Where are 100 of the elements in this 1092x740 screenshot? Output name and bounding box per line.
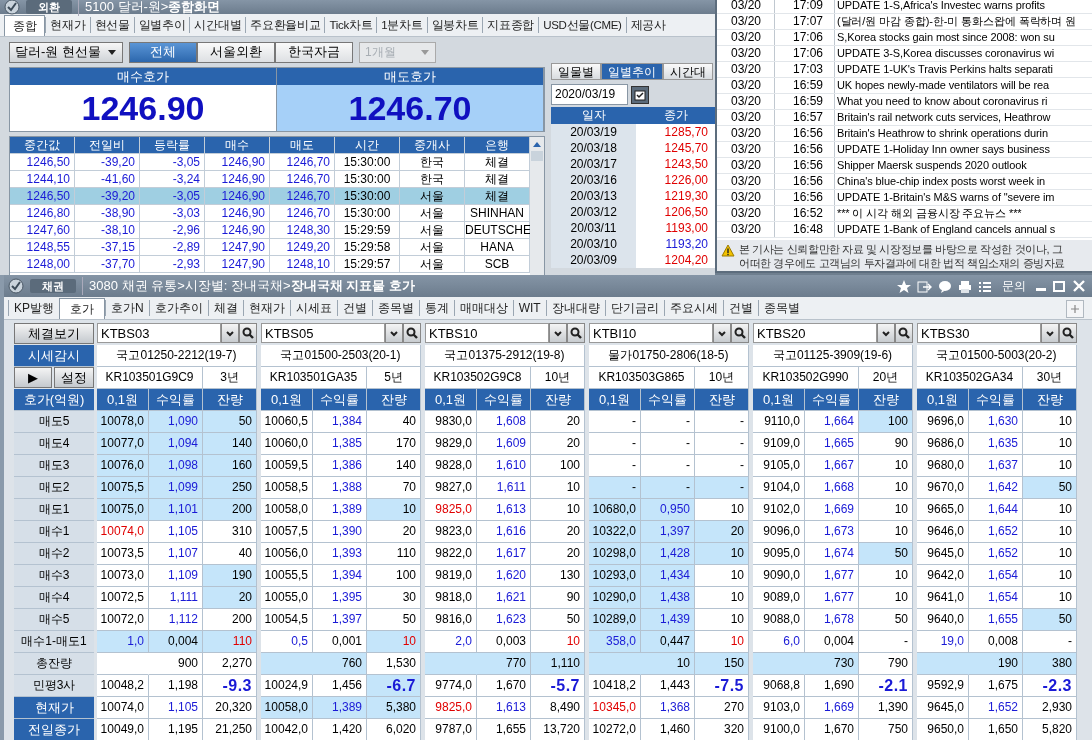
- tab[interactable]: USD선물(CME): [538, 17, 626, 33]
- table-cell: 10: [641, 653, 695, 675]
- play-button[interactable]: ▶: [14, 367, 52, 388]
- news-row[interactable]: 03/20 17:03 UPDATE 1-UK's Travis Perkins halts separati: [717, 62, 1092, 78]
- tab[interactable]: 장내대량: [545, 300, 605, 316]
- search-field[interactable]: KTBS05: [261, 323, 385, 343]
- table-row[interactable]: 1246,80 -38,90 -3,03 1246,90 1246,70 15:30:00 서울 SHINHAN: [10, 205, 530, 222]
- table-cell: 9822,0: [425, 543, 477, 565]
- news-row[interactable]: 03/20 16:56 UPDATE 1-Holiday Inn owner says business: [717, 142, 1092, 158]
- news-row[interactable]: 03/20 16:56 China's blue-chip index posts worst week in: [717, 174, 1092, 190]
- help-button[interactable]: 문의: [998, 277, 1030, 295]
- tab[interactable]: 호가: [59, 298, 105, 319]
- dropdown-button[interactable]: [549, 323, 567, 343]
- search-field[interactable]: KTBS10: [425, 323, 549, 343]
- caret-icon: [419, 48, 430, 56]
- tab[interactable]: 일봉차트: [426, 17, 483, 33]
- news-row[interactable]: 03/20 17:09 UPDATE 1-S,Africa's Investec warns profits: [717, 0, 1092, 14]
- news-row[interactable]: 03/20 16:59 What you need to know about coronavirus ri: [717, 94, 1092, 110]
- source-button[interactable]: 서울외환: [196, 41, 275, 63]
- tab[interactable]: 제공사: [625, 17, 670, 33]
- table-cell: 03/20: [717, 174, 775, 189]
- table-cell: 20/03/18: [551, 140, 636, 156]
- table-row[interactable]: 1246,50 -39,20 -3,05 1246,90 1246,70 15:30:00 한국 체결: [10, 154, 530, 171]
- table-row[interactable]: 1246,50 -39,20 -3,05 1246,90 1246,70 15:30:00 서울 체결: [10, 188, 530, 205]
- table-cell: 1,110: [531, 653, 585, 675]
- table-row[interactable]: 1248,00 -37,70 -2,93 1247,90 1248,10 15:29:57 서울 SCB: [10, 256, 530, 273]
- source-button[interactable]: 전체: [128, 41, 197, 63]
- table-cell: -3,05: [140, 154, 205, 170]
- calendar-button[interactable]: [631, 85, 649, 104]
- tab[interactable]: 종목별: [371, 300, 419, 316]
- tab[interactable]: 종합: [4, 15, 46, 36]
- tab[interactable]: 종목별: [757, 300, 805, 316]
- search-field[interactable]: KTBI10: [589, 323, 713, 343]
- tab[interactable]: 호가추이: [148, 300, 208, 316]
- tab[interactable]: 단기금리: [604, 300, 664, 316]
- search-button[interactable]: [731, 323, 749, 343]
- dropdown-button[interactable]: [221, 323, 239, 343]
- search-button[interactable]: [1059, 323, 1077, 343]
- bond-name: 국고01500-5003(20-2): [917, 345, 1077, 367]
- export-icon: [917, 279, 932, 293]
- tab[interactable]: 호가N: [105, 300, 149, 316]
- dropdown-button[interactable]: [385, 323, 403, 343]
- table-row[interactable]: 1248,55 -37,15 -2,89 1247,90 1249,20 15:29:58 서울 HANA: [10, 239, 530, 256]
- search-field[interactable]: KTBS30: [917, 323, 1041, 343]
- news-row[interactable]: 03/20 16:56 Shipper Maersk suspends 2020 outlook: [717, 158, 1092, 174]
- news-row[interactable]: 03/20 16:57 Britain's rail network cuts services, Heathrow: [717, 110, 1092, 126]
- market-dropdown[interactable]: 달러-원 현선물: [9, 41, 123, 63]
- tab[interactable]: 통계: [418, 300, 454, 316]
- tab[interactable]: 건별: [722, 300, 758, 316]
- news-row[interactable]: 03/20 16:56 Britain's Heathrow to shrink operations durin: [717, 126, 1092, 142]
- table-cell: 1,669: [805, 499, 859, 521]
- tab[interactable]: 일물별: [551, 63, 601, 80]
- table-cell: 9109,0: [753, 433, 805, 455]
- tab[interactable]: 일별추이: [601, 63, 663, 80]
- search-field[interactable]: KTBS03: [97, 323, 221, 343]
- search-button[interactable]: [567, 323, 585, 343]
- tab[interactable]: 주요환율비교: [245, 17, 325, 33]
- minimize-icon: [1036, 287, 1046, 291]
- news-headline: Britain's rail network cuts services, Heathrow: [836, 110, 1051, 125]
- tab[interactable]: 지표종합: [482, 17, 539, 33]
- news-row[interactable]: 03/20 16:59 UK hopes newly-made ventilators will be rea: [717, 78, 1092, 94]
- tab[interactable]: 시간대: [663, 63, 713, 80]
- news-row[interactable]: 03/20 17:06 S,Korea stocks gain most since 2008: won su: [717, 30, 1092, 46]
- table-cell: 150: [695, 653, 749, 675]
- news-row[interactable]: 03/20 16:48 UPDATE 1-Bank of England cancels annual s: [717, 222, 1092, 238]
- tab[interactable]: 시세표: [289, 300, 337, 316]
- search-field[interactable]: KTBS20: [753, 323, 877, 343]
- tab[interactable]: 주요시세: [663, 300, 723, 316]
- news-row[interactable]: 03/20 17:06 UPDATE 3-S,Korea discusses coronavirus wi: [717, 46, 1092, 62]
- tab[interactable]: 일별추이: [133, 17, 190, 33]
- news-row[interactable]: 03/20 17:07 (달러/원 마감 종합)-한-미 통화스왑에 폭락하며 원: [717, 14, 1092, 30]
- column-header: 잔량: [203, 389, 257, 411]
- tab[interactable]: 건별: [336, 300, 372, 316]
- source-button[interactable]: 한국자금: [274, 41, 353, 63]
- tab[interactable]: 매매대상: [453, 300, 513, 316]
- tab[interactable]: 현선물: [89, 17, 134, 33]
- dropdown-button[interactable]: [1041, 323, 1059, 343]
- close-icon: [1072, 279, 1086, 293]
- search-button[interactable]: [403, 323, 421, 343]
- settings-button[interactable]: 설정: [54, 367, 94, 388]
- tab[interactable]: Tick차트: [324, 17, 377, 33]
- table-cell: 320: [695, 719, 749, 740]
- disclaimer-text: 어떠한 경우에도 고객님의 투자결과에 대한 법적 책임소재의 증빙자료: [739, 256, 1065, 270]
- search-button[interactable]: [895, 323, 913, 343]
- date-field[interactable]: 2020/03/19: [551, 84, 628, 105]
- trade-view-button[interactable]: 체결보기: [14, 323, 94, 344]
- column-header: 잔량: [531, 389, 585, 411]
- tab[interactable]: 시간대별: [189, 17, 246, 33]
- search-button[interactable]: [239, 323, 257, 343]
- news-row[interactable]: 03/20 16:56 UPDATE 1-Britain's M&S warns of "severe im: [717, 190, 1092, 206]
- dropdown-button[interactable]: [877, 323, 895, 343]
- dropdown-button[interactable]: [713, 323, 731, 343]
- table-row[interactable]: 1247,60 -38,10 -2,96 1246,90 1248,30 15:29:59 서울 DEUTSCHE: [10, 222, 530, 239]
- tab[interactable]: 체결: [207, 300, 243, 316]
- tab[interactable]: 1분차트: [376, 17, 427, 33]
- column-header: 매도호가: [277, 68, 543, 85]
- tab[interactable]: 현재가: [242, 300, 290, 316]
- tab[interactable]: 현재가: [45, 17, 90, 33]
- tab[interactable]: WIT: [512, 300, 546, 316]
- news-row[interactable]: 03/20 16:52 *** 이 시각 해외 금융시장 주요뉴스 ***: [717, 206, 1092, 222]
